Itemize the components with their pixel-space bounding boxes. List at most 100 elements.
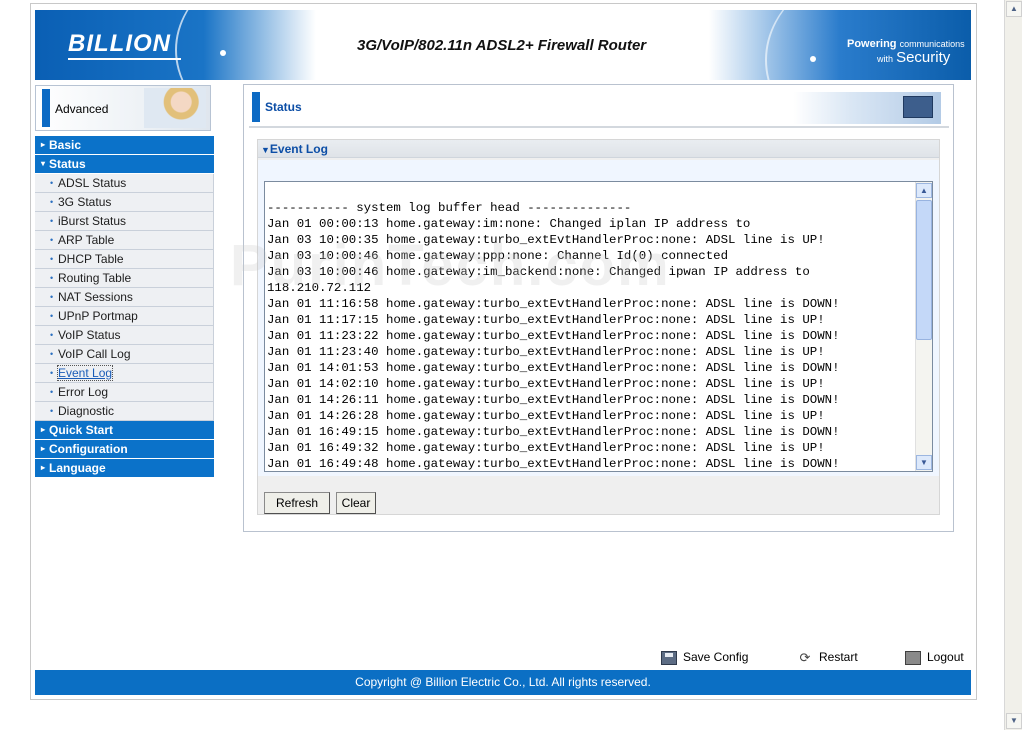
page-title: Status	[265, 100, 302, 114]
scroll-down-icon[interactable]: ▼	[1006, 713, 1022, 729]
log-line: 118.210.72.112	[267, 281, 372, 295]
logo-underline	[68, 58, 181, 60]
nav-label: Event Log	[56, 365, 114, 381]
bullet-icon: •	[50, 292, 54, 302]
mode-bar	[42, 89, 50, 127]
nav-nat-sessions[interactable]: • NAT Sessions	[35, 288, 214, 307]
nav-voip-status[interactable]: • VoIP Status	[35, 326, 214, 345]
nav-adsl-status[interactable]: • ADSL Status	[35, 174, 214, 193]
floppy-disk-icon	[661, 650, 677, 665]
nav-label: VoIP Status	[58, 328, 121, 342]
mode-indicator: Advanced	[35, 85, 211, 131]
bullet-icon: •	[50, 368, 54, 378]
nav-label: Configuration	[49, 442, 128, 456]
log-line: Jan 01 16:49:32 home.gateway:turbo_extEv…	[267, 441, 825, 455]
logout-button[interactable]: Logout	[905, 648, 964, 666]
log-line: Jan 03 10:00:35 home.gateway:turbo_extEv…	[267, 233, 825, 247]
header-banner: BILLION 3G/VoIP/802.11n ADSL2+ Firewall …	[35, 10, 971, 80]
save-config-label: Save Config	[683, 650, 749, 664]
nav-status[interactable]: ▾ Status	[35, 155, 214, 174]
bullet-icon: •	[50, 216, 54, 226]
nav-label: Basic	[49, 138, 82, 152]
nav-configuration[interactable]: ▸ Configuration	[35, 440, 214, 459]
bullet-icon: •	[50, 330, 54, 340]
bullet-icon: •	[50, 273, 54, 283]
bottom-actions: Save Config ⟳ Restart Logout	[0, 648, 1000, 666]
nav-language[interactable]: ▸ Language	[35, 459, 214, 478]
bullet-icon: •	[50, 406, 54, 416]
nav-quick-start[interactable]: ▸ Quick Start	[35, 421, 214, 440]
nav-label: Language	[49, 461, 106, 475]
banner-dot	[810, 56, 816, 62]
event-log-textarea[interactable]: ----------- system log buffer head -----…	[264, 181, 933, 472]
window-scrollbar[interactable]: ▲ ▼	[1004, 0, 1022, 730]
nav-diagnostic[interactable]: • Diagnostic	[35, 402, 214, 421]
billion-logo: BILLION	[68, 30, 171, 57]
log-line: Jan 01 11:23:22 home.gateway:turbo_extEv…	[267, 329, 840, 343]
restart-icon: ⟳	[799, 649, 811, 665]
restart-button[interactable]: ⟳ Restart	[797, 648, 858, 666]
nav-basic[interactable]: ▸ Basic	[35, 136, 214, 155]
nav-label: 3G Status	[58, 195, 112, 209]
sidebar-nav: ▸ Basic ▾ Status • ADSL Status • 3G Status •…	[35, 136, 214, 478]
clear-button[interactable]: Clear	[336, 492, 376, 514]
nav-label: DHCP Table	[58, 252, 124, 266]
log-line: Jan 01 14:26:28 home.gateway:turbo_extEv…	[267, 409, 825, 423]
footer-copyright: Copyright @ Billion Electric Co., Ltd. A…	[35, 670, 971, 695]
nav-dhcp-table[interactable]: • DHCP Table	[35, 250, 214, 269]
nav-3g-status[interactable]: • 3G Status	[35, 193, 214, 212]
scroll-up-icon[interactable]: ▲	[916, 183, 932, 198]
nav-label: Error Log	[58, 385, 109, 399]
mode-label: Advanced	[55, 102, 109, 116]
advanced-mode-image	[144, 88, 206, 128]
log-line: Jan 01 11:17:15 home.gateway:turbo_extEv…	[267, 313, 825, 327]
log-line: Jan 01 16:49:48 home.gateway:turbo_extEv…	[267, 457, 840, 471]
refresh-button[interactable]: Refresh	[264, 492, 330, 514]
event-log-section: ▼Event Log ----------- system log buffer…	[257, 139, 940, 515]
triangle-down-icon: ▼	[261, 145, 270, 155]
scroll-thumb[interactable]	[916, 200, 932, 340]
log-line: Jan 01 16:49:15 home.gateway:turbo_extEv…	[267, 425, 840, 439]
status-bar	[252, 92, 260, 122]
triangle-right-icon: ▸	[41, 140, 46, 149]
log-line: Jan 01 14:01:53 home.gateway:turbo_extEv…	[267, 361, 840, 375]
bullet-icon: •	[50, 387, 54, 397]
log-scrollbar[interactable]: ▲ ▼	[915, 182, 932, 471]
event-log-header: ▼Event Log	[258, 140, 939, 158]
door-exit-icon	[905, 650, 921, 665]
log-line: Jan 01 14:26:11 home.gateway:turbo_extEv…	[267, 393, 840, 407]
nav-error-log[interactable]: • Error Log	[35, 383, 214, 402]
logout-label: Logout	[927, 650, 964, 664]
nav-label: NAT Sessions	[58, 290, 133, 304]
triangle-right-icon: ▸	[41, 444, 46, 453]
nav-upnp-portmap[interactable]: • UPnP Portmap	[35, 307, 214, 326]
log-line: Jan 01 11:23:40 home.gateway:turbo_extEv…	[267, 345, 825, 359]
tagline-word: Powering	[847, 38, 897, 50]
nav-event-log[interactable]: • Event Log	[35, 364, 214, 383]
scroll-down-icon[interactable]: ▼	[916, 455, 932, 470]
nav-label: VoIP Call Log	[58, 347, 131, 361]
tagline-word: communications	[899, 39, 965, 49]
section-title: Event Log	[269, 142, 328, 156]
nav-iburst-status[interactable]: • iBurst Status	[35, 212, 214, 231]
nav-label: UPnP Portmap	[58, 309, 138, 323]
product-title: 3G/VoIP/802.11n ADSL2+ Firewall Router	[357, 37, 647, 54]
nav-arp-table[interactable]: • ARP Table	[35, 231, 214, 250]
nav-label: Quick Start	[49, 423, 114, 437]
log-line: Jan 01 14:02:10 home.gateway:turbo_extEv…	[267, 377, 825, 391]
office-image	[793, 92, 941, 124]
banner-dot	[220, 50, 226, 56]
nav-routing-table[interactable]: • Routing Table	[35, 269, 214, 288]
scroll-up-icon[interactable]: ▲	[1006, 1, 1022, 17]
nav-label: ARP Table	[58, 233, 115, 247]
log-line: Jan 01 11:16:58 home.gateway:turbo_extEv…	[267, 297, 840, 311]
triangle-down-icon: ▾	[41, 159, 46, 168]
nav-label: iBurst Status	[58, 214, 127, 228]
restart-label: Restart	[819, 650, 858, 664]
bullet-icon: •	[50, 235, 54, 245]
tagline-word: Security	[896, 49, 951, 66]
save-config-button[interactable]: Save Config	[661, 648, 748, 666]
nav-voip-call-log[interactable]: • VoIP Call Log	[35, 345, 214, 364]
bullet-icon: •	[50, 197, 54, 207]
triangle-right-icon: ▸	[41, 463, 46, 472]
